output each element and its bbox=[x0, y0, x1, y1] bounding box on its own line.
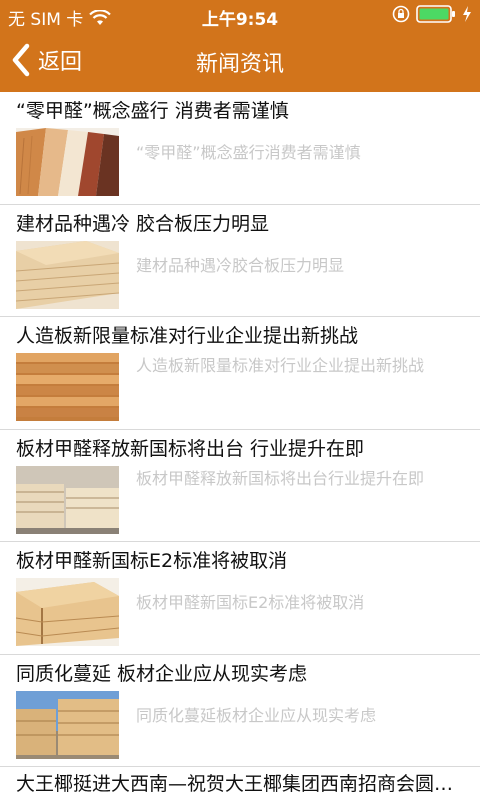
news-item[interactable]: 人造板新限量标准对行业企业提出新挑战 人造板新限量标准对行业企业提出新挑战 bbox=[0, 317, 480, 430]
news-item[interactable]: 大王椰挺进大西南—祝贺大王椰集团西南招商会圆满成功 bbox=[0, 767, 480, 800]
lumber-stack-image bbox=[16, 353, 119, 421]
plywood-stack-image bbox=[16, 240, 119, 309]
status-right bbox=[392, 5, 472, 23]
page-title: 新闻资讯 bbox=[195, 52, 284, 77]
navigation-bar: 返回 新闻资讯 bbox=[0, 30, 480, 92]
news-summary: “零甲醛”概念盛行消费者需谨慎 bbox=[136, 143, 361, 162]
news-summary: 人造板新限量标准对行业企业提出新挑战 bbox=[136, 356, 425, 375]
news-thumbnail bbox=[16, 578, 119, 646]
warehouse-boards-image bbox=[16, 465, 119, 534]
news-thumbnail bbox=[16, 690, 119, 759]
news-title: 板材甲醛释放新国标将出台 行业提升在即 bbox=[16, 437, 365, 460]
news-title: 同质化蔓延 板材企业应从现实考虑 bbox=[16, 662, 308, 685]
news-title: “零甲醛”概念盛行 消费者需谨慎 bbox=[16, 100, 289, 122]
news-item[interactable]: “零甲醛”概念盛行 消费者需谨慎 “零甲醛”概念盛行消费者需谨慎 bbox=[0, 92, 480, 205]
news-title: 大王椰挺进大西南—祝贺大王椰集团西南招商会圆满成功 bbox=[16, 773, 468, 795]
board-edges-image bbox=[16, 578, 119, 646]
news-summary: 同质化蔓延板材企业应从现实考虑 bbox=[136, 705, 377, 725]
news-thumbnail bbox=[16, 128, 119, 196]
news-item[interactable]: 建材品种遇冷 胶合板压力明显 建材品种遇冷胶合板压力明显 bbox=[0, 205, 480, 317]
news-title: 板材甲醛新国标E2标准将被取消 bbox=[16, 550, 288, 572]
battery-icon bbox=[416, 5, 455, 23]
rotation-lock-icon bbox=[392, 5, 410, 23]
news-item[interactable]: 同质化蔓延 板材企业应从现实考虑 同质化蔓延板材企业应从现实考虑 bbox=[0, 655, 480, 767]
news-thumbnail bbox=[16, 465, 119, 534]
news-list: “零甲醛”概念盛行 消费者需谨慎 “零甲醛”概念盛行消费者需谨慎 建材品种遇冷 … bbox=[0, 92, 480, 800]
status-bar: 无 SIM 卡 上午9:54 bbox=[0, 0, 480, 30]
wood-panels-image bbox=[16, 128, 119, 196]
news-summary: 建材品种遇冷胶合板压力明显 bbox=[136, 255, 345, 275]
news-thumbnail bbox=[16, 240, 119, 309]
charging-icon bbox=[463, 6, 471, 22]
news-summary: 板材甲醛释放新国标将出台行业提升在即 bbox=[136, 468, 425, 488]
news-item[interactable]: 板材甲醛释放新国标将出台 行业提升在即 板材甲醛释放新国标将出台行业提升在即 bbox=[0, 430, 480, 542]
news-item[interactable]: 板材甲醛新国标E2标准将被取消 板材甲醛新国标E2标准将被取消 bbox=[0, 542, 480, 655]
timber-yard-image bbox=[16, 690, 119, 759]
news-title: 建材品种遇冷 胶合板压力明显 bbox=[16, 212, 270, 235]
news-title: 人造板新限量标准对行业企业提出新挑战 bbox=[16, 325, 359, 347]
news-summary: 板材甲醛新国标E2标准将被取消 bbox=[136, 593, 365, 612]
news-thumbnail bbox=[16, 353, 119, 421]
